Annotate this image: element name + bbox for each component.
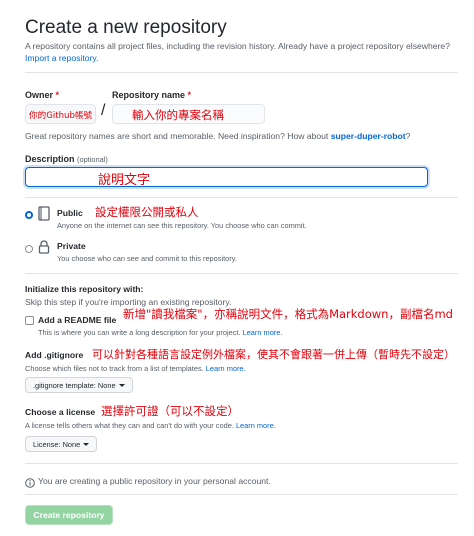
readme-annotation: 新增"讀我檔案"，亦稱說明文件，格式為Markdown，副檔名md [123,307,453,321]
repo-name-label-text: Repository name [112,90,186,100]
repo-name-required-mark: * [187,90,192,100]
book-icon [38,206,50,221]
owner-required-mark: * [55,90,60,100]
readme-checkbox[interactable] [25,316,34,325]
public-radio[interactable] [25,211,33,219]
description-input[interactable]: 說明文字 [25,167,428,188]
license-select[interactable]: License: None [25,436,98,452]
visibility-annotation: 設定權限公開或私人 [95,205,199,219]
owner-value: 你的Github帳號 [29,111,93,121]
gitignore-select-label: .gitignore template: None [33,380,116,390]
gitignore-annotation: 可以針對各種語言設定例外檔案，使其不會跟著一併上傳（暫時先不設定） [92,348,455,361]
repo-name-label: Repository name * [112,90,191,100]
repo-name-value: 輸入你的專案名稱 [132,108,224,122]
owner-select[interactable]: 你的Github帳號 [25,104,96,124]
owner-label: Owner * [25,90,59,100]
import-repository-link[interactable]: Import a repository. [25,53,98,63]
license-description: A license tells others what they can and… [25,421,276,430]
description-value: 說明文字 [98,173,151,188]
readme-learn-more-link[interactable]: Learn more. [243,328,283,337]
divider [25,197,458,198]
public-description: Anyone on the internet can see this repo… [57,221,307,230]
license-label: Choose a license [25,407,96,417]
gitignore-template-select[interactable]: .gitignore template: None [25,377,133,393]
description-label-text: Description [25,154,75,164]
divider [25,463,458,464]
readme-description: This is where you can write a long descr… [38,328,282,337]
description-label: Description (optional) [25,154,108,164]
gitignore-description: Choose which files not to track from a l… [25,364,246,373]
readme-description-text: This is where you can write a long descr… [38,328,243,337]
divider [25,494,458,495]
license-description-text: A license tells others what they can and… [25,421,236,430]
page-subtitle: A repository contains all project files,… [25,41,450,51]
create-repository-button[interactable]: Create repository [25,505,113,525]
license-select-label: License: None [33,439,81,449]
private-label: Private [57,241,86,251]
initialize-heading: Initialize this repository with: [25,284,144,294]
info-icon [25,475,35,488]
lock-icon [38,240,50,254]
private-radio[interactable] [25,245,33,253]
repo-name-hint: Great repository names are short and mem… [25,131,410,141]
repo-name-hint-text: Great repository names are short and mem… [25,131,331,141]
divider [25,273,458,274]
repo-name-hint-end: ? [405,131,411,141]
chevron-down-icon [118,383,125,387]
repo-name-input[interactable]: 輸入你的專案名稱 [112,104,265,124]
name-suggestion-link[interactable]: super-duper-robot [331,131,406,141]
readme-label: Add a README file [38,315,117,325]
page-title: Create a new repository [25,17,227,38]
chevron-down-icon [83,442,90,446]
description-optional-tag: (optional) [77,155,108,164]
owner-label-text: Owner [25,90,54,100]
owner-repo-separator: / [101,102,106,119]
public-label: Public [57,208,83,218]
gitignore-label: Add .gitignore [25,350,84,360]
gitignore-description-text: Choose which files not to track from a l… [25,364,206,373]
private-description: You choose who can see and commit to thi… [57,254,237,263]
divider [25,72,458,73]
gitignore-learn-more-link[interactable]: Learn more. [206,364,246,373]
public-account-info: You are creating a public repository in … [38,476,271,486]
license-learn-more-link[interactable]: Learn more. [236,421,276,430]
license-annotation: 選擇許可證（可以不設定） [101,404,239,418]
